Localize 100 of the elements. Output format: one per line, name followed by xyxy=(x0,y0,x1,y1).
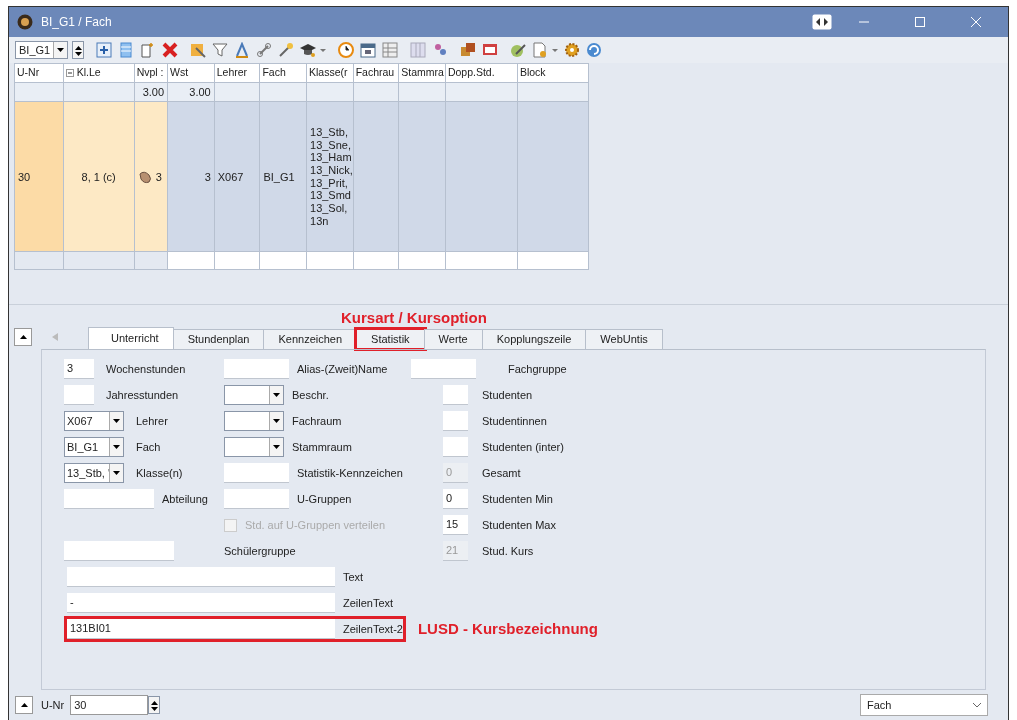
input-field[interactable]: 3 xyxy=(64,359,94,379)
dropdown-field[interactable] xyxy=(224,385,284,405)
dropdown-button[interactable] xyxy=(269,386,283,404)
collapse-icon[interactable] xyxy=(65,69,74,77)
table-icon[interactable] xyxy=(382,42,399,58)
caret-icon[interactable] xyxy=(320,48,327,52)
field-label: Fachraum xyxy=(292,413,342,429)
input-field[interactable] xyxy=(443,437,468,457)
field-label: Std. auf U-Gruppen verteilen xyxy=(245,517,386,533)
dropdown-field[interactable]: BI_G1 xyxy=(64,437,124,457)
dropdown-field[interactable]: X067 xyxy=(64,411,124,431)
table-cell: BI_G1 xyxy=(259,101,307,252)
magic-wand-icon[interactable] xyxy=(278,42,295,58)
field-label: U-Nr xyxy=(41,697,65,713)
input-field[interactable]: 0 xyxy=(443,489,468,509)
expand-button[interactable] xyxy=(14,328,32,346)
dropdown-field[interactable] xyxy=(224,437,284,457)
column-header[interactable]: Block xyxy=(517,63,589,83)
input-field[interactable] xyxy=(224,359,289,379)
dropdown-button[interactable] xyxy=(109,464,123,482)
tab[interactable]: Stundenplan xyxy=(172,329,265,349)
gear-icon[interactable] xyxy=(564,42,581,58)
dropdown-button[interactable] xyxy=(269,412,283,430)
page-settings-icon[interactable] xyxy=(532,42,549,58)
chevron-down-icon[interactable] xyxy=(973,702,981,708)
input-field[interactable] xyxy=(64,489,154,509)
dropdown-field[interactable] xyxy=(224,411,284,431)
column-header[interactable]: Fachrau xyxy=(353,63,399,83)
input-field[interactable] xyxy=(64,385,94,405)
dropdown-button[interactable] xyxy=(109,438,123,456)
input-field[interactable] xyxy=(443,411,468,431)
input-field: 0 xyxy=(443,463,468,483)
table-cell: 13_Stb, 13_Sne, 13_Ham 13_Nick, 13_Prit, 13_Smd 13_Sol, 13n xyxy=(306,101,354,252)
tab[interactable]: Werte xyxy=(423,329,483,349)
column-header[interactable]: Nvpl : xyxy=(134,63,168,83)
filter-icon[interactable] xyxy=(212,42,229,58)
caret-icon xyxy=(57,48,65,52)
annotation-label: LUSD - Kursbezeichnung xyxy=(417,618,598,639)
input-field[interactable] xyxy=(411,359,476,379)
selector-field[interactable]: BI_G1 xyxy=(15,41,69,59)
calendar-icon[interactable] xyxy=(360,42,377,58)
spinner-button[interactable] xyxy=(148,696,161,714)
grid-plus-icon[interactable] xyxy=(96,42,113,58)
column-header[interactable]: Klasse(r xyxy=(306,63,354,83)
tab[interactable]: Kopplungszeile xyxy=(481,329,587,349)
dropdown-button[interactable] xyxy=(109,412,123,430)
column-header[interactable]: Stammra xyxy=(398,63,446,83)
table-cell: X067 xyxy=(214,101,260,252)
input-field: 21 xyxy=(443,541,468,561)
input-field[interactable]: - xyxy=(67,593,335,613)
panel-toggle-icon[interactable] xyxy=(812,14,832,30)
column-header[interactable]: Dopp.Std. xyxy=(445,63,518,83)
up-arrow-icon xyxy=(19,335,27,339)
table-cell: 3 xyxy=(167,101,215,252)
input-field[interactable] xyxy=(64,541,174,561)
column-header[interactable]: Lehrer xyxy=(214,63,260,83)
refresh-icon[interactable] xyxy=(586,42,603,58)
caret-icon xyxy=(113,445,120,449)
column-header[interactable]: U-Nr xyxy=(14,63,64,83)
input-field[interactable] xyxy=(443,385,468,405)
up-arrow-icon xyxy=(20,703,28,707)
view-dropdown[interactable]: Fach xyxy=(860,694,988,716)
tab[interactable]: Statistik xyxy=(356,329,425,349)
field-label: Lehrer xyxy=(136,413,168,429)
app-icon xyxy=(17,14,33,30)
dropdown-button[interactable] xyxy=(53,42,68,58)
collapse-button[interactable] xyxy=(15,696,33,714)
field-label: U-Gruppen xyxy=(297,491,352,507)
tab[interactable]: Unterricht xyxy=(88,327,174,349)
column-header[interactable]: Wst xyxy=(167,63,215,83)
field-label: Fach xyxy=(136,439,161,455)
window-icon[interactable] xyxy=(482,42,499,58)
input-field[interactable] xyxy=(67,567,335,587)
highlighter-icon[interactable] xyxy=(190,42,207,58)
input-field[interactable] xyxy=(224,463,289,483)
dropdown-button[interactable] xyxy=(269,438,283,456)
dropdown-field[interactable]: 13_Stb, ' xyxy=(64,463,124,483)
field-label: Schülergruppe xyxy=(224,543,297,559)
close-icon xyxy=(971,17,981,27)
input-field[interactable]: 15 xyxy=(443,515,468,535)
spinner-icon xyxy=(74,45,82,58)
list-icon[interactable] xyxy=(118,42,135,58)
edit-icon[interactable] xyxy=(510,42,527,58)
input-field[interactable] xyxy=(224,489,289,509)
graduation-cap-icon[interactable] xyxy=(300,42,317,58)
table-cell: 3 xyxy=(155,170,162,183)
link-icon[interactable] xyxy=(256,42,273,58)
column-header[interactable]: Fach xyxy=(259,63,307,83)
input-field[interactable]: 131BI01 xyxy=(67,619,335,639)
window-title: BI_G1 / Fach xyxy=(41,14,112,31)
field-label: ZeilenText-2 xyxy=(343,621,403,637)
delete-icon[interactable] xyxy=(162,42,179,58)
table-cell: 8, 1 (c) xyxy=(63,101,135,252)
caret-icon[interactable] xyxy=(552,48,559,52)
dropdown-value: X067 xyxy=(66,413,94,429)
blocks-icon[interactable] xyxy=(460,42,477,58)
tab[interactable]: WebUntis xyxy=(585,329,663,349)
clock-icon[interactable] xyxy=(338,42,355,58)
number-field[interactable]: 30 xyxy=(70,695,149,715)
spinner-button[interactable] xyxy=(72,41,85,59)
